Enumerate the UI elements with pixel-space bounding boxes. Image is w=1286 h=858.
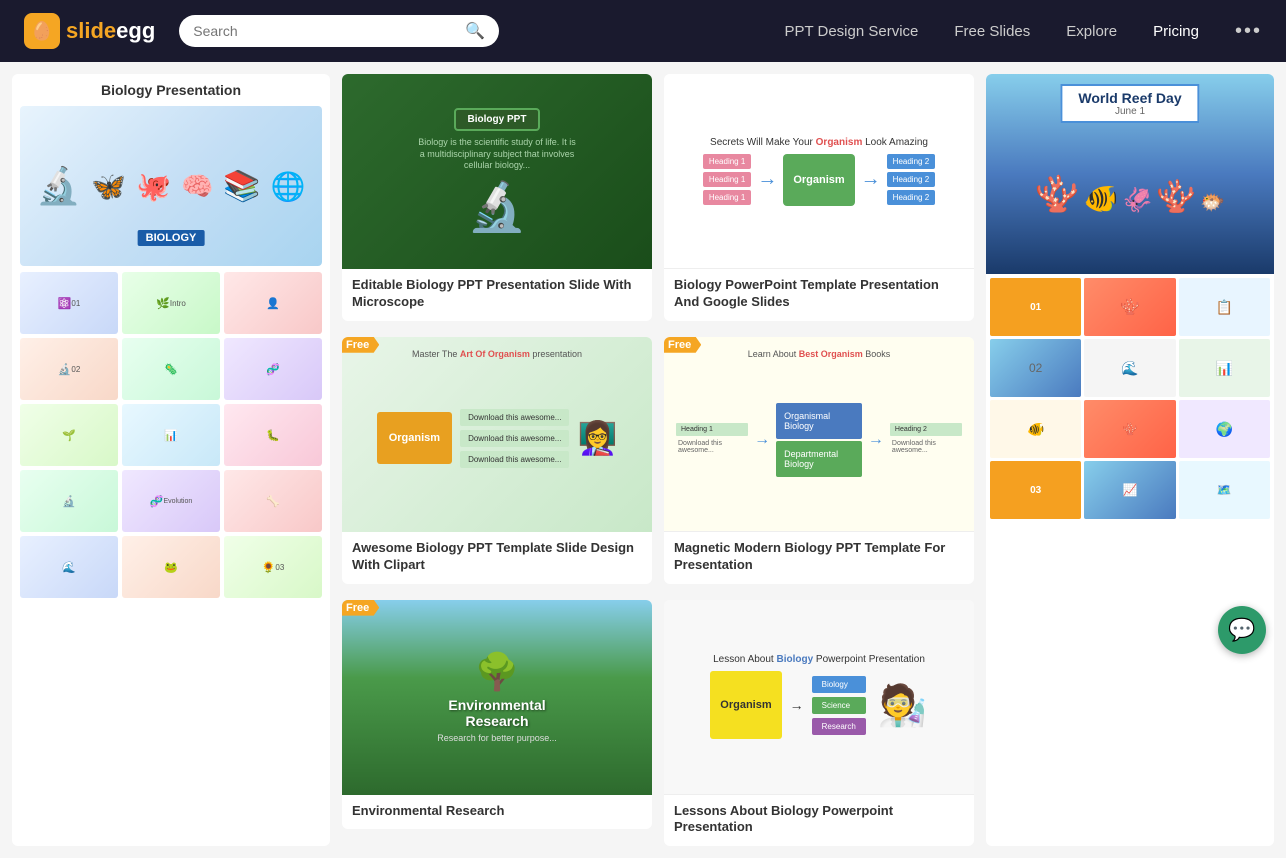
right-slide-thumb[interactable]: 02 [990,339,1081,397]
template-card-env-research[interactable]: Free 🌳 EnvironmentalResearch Research fo… [342,600,652,830]
template-card-image: Biology PPT Biology is the scientific st… [342,74,652,269]
left-slide-deck: Biology Presentation 🔬 🦋 🐙 🧠 📚 🌐 BIOLOGY… [12,74,330,846]
free-badge: Free [342,337,379,353]
template-card-image: Free Master The Art Of Organism presenta… [342,337,652,532]
template-card-title: Environmental Research [352,803,642,820]
right-slide-thumb[interactable]: 📋 [1179,278,1270,336]
slide-thumb[interactable]: 🔬02 [20,338,118,400]
slide-thumb[interactable]: 🌊 [20,536,118,598]
right-slide-deck: World Reef Day June 1 🪸 🐠 🦑 🪸 🐡 01 🪸 📋 [986,74,1274,846]
template-card-title: Awesome Biology PPT Template Slide Desig… [352,540,642,574]
logo-text: slideegg [66,18,155,44]
right-slide-thumb[interactable]: 🗺️ [1179,461,1270,519]
nav-ppt-design[interactable]: PPT Design Service [784,23,918,40]
slide-thumb[interactable]: 🌱 [20,404,118,466]
free-badge: Free [664,337,701,353]
slide-thumb[interactable]: 🌻03 [224,536,322,598]
slide-thumb[interactable]: 👤 [224,272,322,334]
template-grid: Biology PPT Biology is the scientific st… [330,74,986,846]
free-badge: Free [342,600,379,616]
nav-explore[interactable]: Explore [1066,23,1117,40]
template-card-image: Free Learn About Best Organism Books Hea… [664,337,974,532]
template-card-info: Editable Biology PPT Presentation Slide … [342,269,652,321]
template-card-bio-microscope[interactable]: Biology PPT Biology is the scientific st… [342,74,652,321]
nav-free-slides[interactable]: Free Slides [954,23,1030,40]
reef-title: World Reef Day [1078,90,1181,106]
template-card-bio-awesome[interactable]: Free Master The Art Of Organism presenta… [342,337,652,584]
template-card-info: Lessons About Biology Powerpoint Present… [664,795,974,847]
template-card-info: Biology PowerPoint Template Presentation… [664,269,974,321]
biology-label: BIOLOGY [138,230,205,246]
reef-main-image[interactable]: World Reef Day June 1 🪸 🐠 🦑 🪸 🐡 [986,74,1274,274]
template-column-2: Secrets Will Make Your Organism Look Ama… [664,74,974,846]
template-card-bio-magnetic[interactable]: Free Learn About Best Organism Books Hea… [664,337,974,584]
slide-thumb[interactable]: 🌿Intro [122,272,220,334]
template-card-bio-powerpoint[interactable]: Secrets Will Make Your Organism Look Ama… [664,74,974,321]
main-slide-content: 🔬 🦋 🐙 🧠 📚 🌐 [28,157,313,215]
right-slide-thumb[interactable]: 🐠 [990,400,1081,458]
template-card-title: Magnetic Modern Biology PPT Template For… [674,540,964,574]
logo[interactable]: 🥚 slideegg [24,13,155,49]
slide-thumb[interactable]: 🧬 [224,338,322,400]
site-header: 🥚 slideegg 🔍 PPT Design Service Free Sli… [0,0,1286,62]
right-slide-thumb[interactable]: 🌍 [1179,400,1270,458]
template-card-image: Free 🌳 EnvironmentalResearch Research fo… [342,600,652,795]
right-slide-thumb[interactable]: 🪸 [1084,400,1175,458]
chat-icon: 💬 [1228,617,1255,643]
right-slide-thumb[interactable]: 🪸 [1084,278,1175,336]
right-slide-thumb[interactable]: 01 [990,278,1081,336]
main-content: Biology Presentation 🔬 🦋 🐙 🧠 📚 🌐 BIOLOGY… [0,62,1286,858]
right-slide-thumb[interactable]: 🌊 [1084,339,1175,397]
main-slide-image[interactable]: 🔬 🦋 🐙 🧠 📚 🌐 BIOLOGY [20,106,322,266]
search-bar: 🔍 [179,15,499,47]
nav-pricing[interactable]: Pricing [1153,23,1199,40]
template-card-title: Lessons About Biology Powerpoint Present… [674,803,964,837]
template-card-title: Editable Biology PPT Presentation Slide … [352,277,642,311]
slide-thumb[interactable]: 🧬Evolution [122,470,220,532]
search-button[interactable]: 🔍 [465,21,485,41]
template-card-bio-lesson[interactable]: Lesson About Biology Powerpoint Presenta… [664,600,974,847]
right-slide-thumb[interactable]: 📊 [1179,339,1270,397]
template-card-image: Lesson About Biology Powerpoint Presenta… [664,600,974,795]
logo-icon: 🥚 [24,13,60,49]
template-card-info: Awesome Biology PPT Template Slide Desig… [342,532,652,584]
slide-thumb[interactable]: 🐸 [122,536,220,598]
chat-button[interactable]: 💬 [1218,606,1266,654]
reef-subtitle: June 1 [1078,106,1181,117]
slide-thumb[interactable]: ⚛️01 [20,272,118,334]
search-input[interactable] [193,23,457,39]
reef-title-overlay: World Reef Day June 1 [1060,84,1199,123]
right-slide-thumbnail-grid: 01 🪸 📋 02 🌊 📊 🐠 🪸 [986,274,1274,523]
slide-thumb[interactable]: 🔬 [20,470,118,532]
template-card-image: Secrets Will Make Your Organism Look Ama… [664,74,974,269]
slide-deck-title: Biology Presentation [20,82,322,98]
more-menu-button[interactable]: ••• [1235,20,1262,43]
template-card-info: Magnetic Modern Biology PPT Template For… [664,532,974,584]
template-card-info: Environmental Research [342,795,652,830]
template-column-1: Biology PPT Biology is the scientific st… [342,74,652,846]
template-card-title: Biology PowerPoint Template Presentation… [674,277,964,311]
slide-thumb[interactable]: 🦠 [122,338,220,400]
right-slide-thumb[interactable]: 03 [990,461,1081,519]
slide-thumbnail-grid: ⚛️01 🌿Intro 👤 🔬02 🦠 🧬 🌱 📊 [20,272,322,598]
main-nav: PPT Design Service Free Slides Explore P… [784,20,1262,43]
right-slide-thumb[interactable]: 📈 [1084,461,1175,519]
slide-thumb[interactable]: 🐛 [224,404,322,466]
slide-thumb[interactable]: 📊 [122,404,220,466]
slide-thumb[interactable]: 🦴 [224,470,322,532]
